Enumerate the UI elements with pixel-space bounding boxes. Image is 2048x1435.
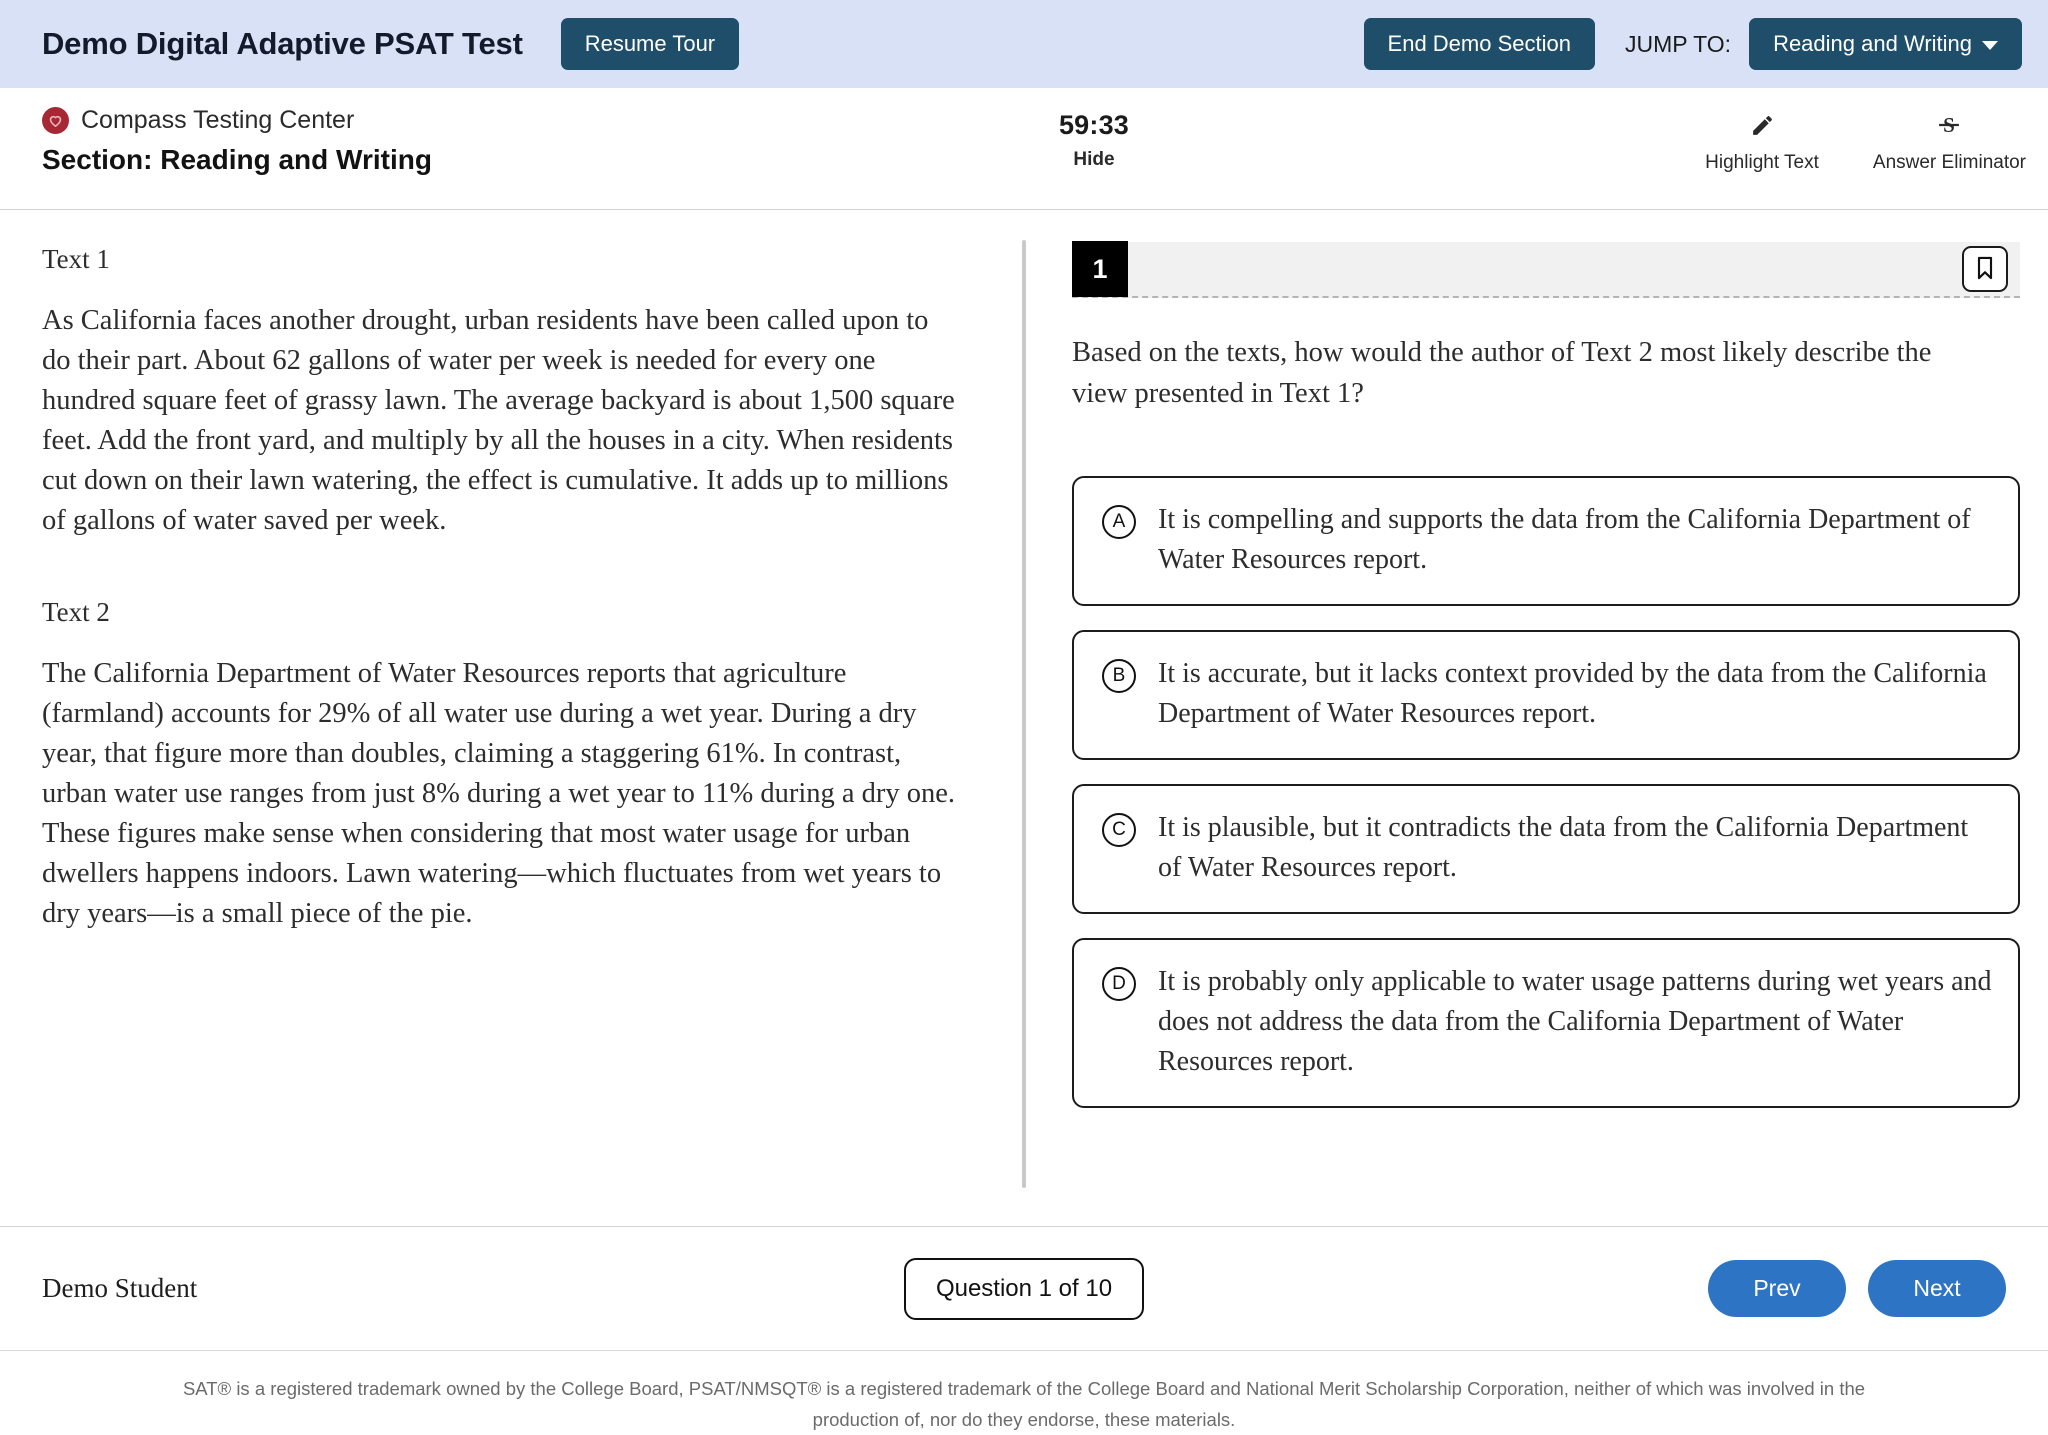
prev-button[interactable]: Prev bbox=[1708, 1260, 1846, 1317]
answer-eliminator-label: Answer Eliminator bbox=[1872, 152, 2026, 173]
chevron-down-icon bbox=[1982, 41, 1998, 51]
choice-text-a: It is compelling and supports the data f… bbox=[1158, 504, 1971, 575]
testing-center: Compass Testing Center bbox=[42, 106, 700, 135]
highlight-text-tool[interactable]: Highlight Text bbox=[1705, 110, 1819, 174]
question-header-strip: 1 bbox=[1072, 241, 2020, 298]
choice-letter-b: B bbox=[1102, 659, 1136, 693]
choice-letter-a: A bbox=[1102, 505, 1136, 539]
bookmark-icon bbox=[1975, 256, 1995, 283]
compass-heart-icon bbox=[42, 107, 69, 134]
answer-choices: A It is compelling and supports the data… bbox=[1072, 476, 2020, 1108]
jump-to-dropdown[interactable]: Reading and Writing bbox=[1749, 18, 2022, 70]
passage-pane: Text 1 As California faces another droug… bbox=[0, 210, 1022, 1226]
question-pane: 1 Based on the texts, how would the auth… bbox=[1026, 210, 2048, 1226]
text2-body: The California Department of Water Resou… bbox=[42, 658, 956, 929]
choice-text-c: It is plausible, but it contradicts the … bbox=[1158, 812, 1969, 883]
sub-header-left: Compass Testing Center Section: Reading … bbox=[0, 106, 700, 176]
footer-navigation: Demo Student Question 1 of 10 Prev Next bbox=[0, 1226, 2048, 1350]
next-button[interactable]: Next bbox=[1868, 1260, 2006, 1317]
answer-choice-a[interactable]: A It is compelling and supports the data… bbox=[1072, 476, 2020, 606]
test-page: Demo Digital Adaptive PSAT Test Resume T… bbox=[0, 0, 2048, 1435]
text1-body: As California faces another drought, urb… bbox=[42, 305, 955, 536]
hide-timer-button[interactable]: Hide bbox=[1073, 149, 1114, 171]
tools-block: Highlight Text S Answer Eliminator bbox=[1488, 106, 2048, 174]
answer-choice-b[interactable]: B It is accurate, but it lacks context p… bbox=[1072, 630, 2020, 760]
highlight-text-label: Highlight Text bbox=[1705, 152, 1819, 173]
top-bar: Demo Digital Adaptive PSAT Test Resume T… bbox=[0, 0, 2048, 88]
question-counter-wrap: Question 1 of 10 bbox=[602, 1257, 1446, 1320]
bookmark-button[interactable] bbox=[1962, 246, 2008, 292]
question-counter-button[interactable]: Question 1 of 10 bbox=[903, 1257, 1145, 1320]
choice-text-d: It is probably only applicable to water … bbox=[1158, 966, 1992, 1077]
answer-choice-d[interactable]: D It is probably only applicable to wate… bbox=[1072, 938, 2020, 1108]
strikethrough-s-icon: S bbox=[1935, 110, 1963, 140]
main-content: Text 1 As California faces another droug… bbox=[0, 210, 2048, 1226]
app-title: Demo Digital Adaptive PSAT Test bbox=[42, 26, 523, 61]
timer-block: 59:33 Hide bbox=[700, 106, 1488, 171]
pencil-icon bbox=[1750, 110, 1775, 140]
text2-label: Text 2 bbox=[42, 597, 110, 627]
resume-tour-button[interactable]: Resume Tour bbox=[560, 18, 740, 70]
choice-letter-c: C bbox=[1102, 813, 1136, 847]
student-name: Demo Student bbox=[42, 1273, 198, 1303]
choice-letter-d: D bbox=[1102, 967, 1136, 1001]
section-label: Section: Reading and Writing bbox=[42, 144, 432, 175]
question-prompt: Based on the texts, how would the author… bbox=[1072, 337, 1932, 409]
choice-text-b: It is accurate, but it lacks context pro… bbox=[1158, 658, 1987, 729]
testing-center-label: Compass Testing Center bbox=[81, 106, 355, 134]
answer-choice-c[interactable]: C It is plausible, but it contradicts th… bbox=[1072, 784, 2020, 914]
text1-label: Text 1 bbox=[42, 244, 110, 274]
sub-header: Compass Testing Center Section: Reading … bbox=[0, 88, 2048, 209]
end-demo-section-button[interactable]: End Demo Section bbox=[1363, 18, 1595, 70]
nav-buttons: Prev Next bbox=[1446, 1260, 2006, 1317]
jump-to-label: JUMP TO: bbox=[1624, 30, 1732, 57]
timer-value: 59:33 bbox=[1058, 110, 1130, 140]
question-number-badge: 1 bbox=[1072, 241, 1128, 297]
answer-eliminator-tool[interactable]: S Answer Eliminator bbox=[1873, 110, 2026, 174]
jump-to-value: Reading and Writing bbox=[1773, 31, 1972, 57]
trademark-disclaimer: SAT® is a registered trademark owned by … bbox=[0, 1350, 2048, 1435]
